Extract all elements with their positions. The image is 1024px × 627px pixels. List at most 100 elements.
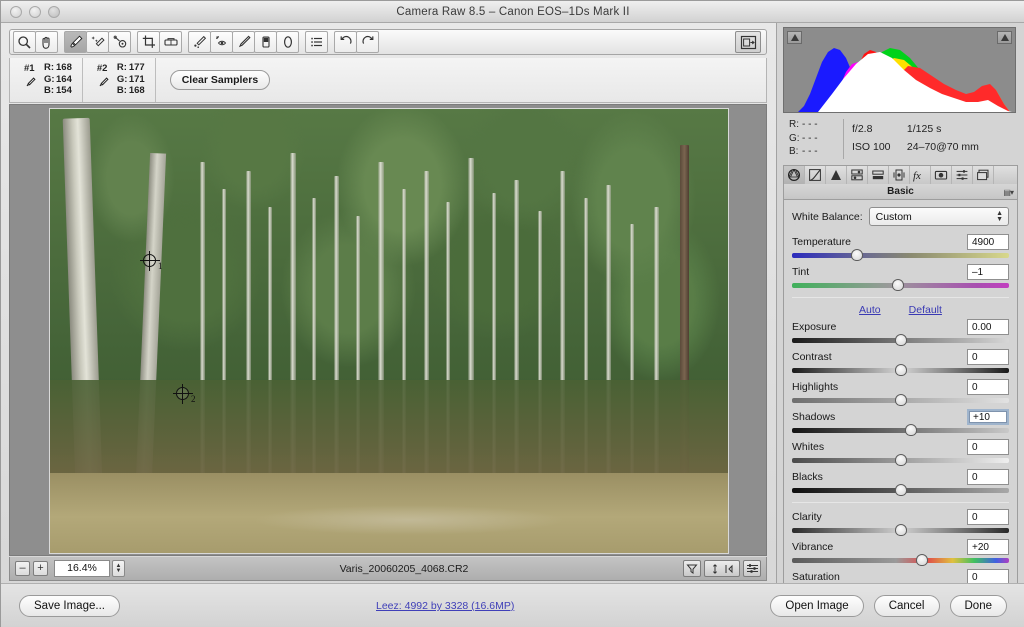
zoom-in-button[interactable]: + xyxy=(33,561,48,576)
white-balance-select[interactable]: Custom ▲ ▼ xyxy=(868,207,1009,226)
slider-highlights[interactable]: Highlights 0 xyxy=(792,379,1009,406)
slider-shadows[interactable]: Shadows +10 xyxy=(792,409,1009,436)
slider-shadows-track[interactable] xyxy=(792,424,1009,436)
slider-tint-thumb[interactable] xyxy=(892,279,905,291)
slider-blacks-thumb[interactable] xyxy=(894,484,907,496)
toggle-filmstrip-button[interactable] xyxy=(735,31,761,53)
slider-vibrance[interactable]: Vibrance +20 xyxy=(792,539,1009,566)
graduated-filter-tool[interactable] xyxy=(254,31,277,53)
auto-link[interactable]: Auto xyxy=(859,304,881,316)
crop-tool[interactable] xyxy=(137,31,160,53)
histogram[interactable] xyxy=(783,27,1016,113)
tab-hsl-grayscale[interactable] xyxy=(847,165,868,185)
slider-contrast-track[interactable] xyxy=(792,364,1009,376)
slider-highlights-value[interactable]: 0 xyxy=(967,379,1009,395)
slider-vibrance-value[interactable]: +20 xyxy=(967,539,1009,555)
hand-tool[interactable] xyxy=(35,31,58,53)
straighten-tool[interactable] xyxy=(159,31,182,53)
slider-temperature-thumb[interactable] xyxy=(851,249,864,261)
tab-effects[interactable]: fx xyxy=(910,165,931,185)
slider-tint-value[interactable]: –1 xyxy=(967,264,1009,280)
image-preview-area[interactable]: 1 2 xyxy=(9,104,767,556)
slider-clarity-thumb[interactable] xyxy=(894,524,907,536)
tab-presets[interactable] xyxy=(952,165,973,185)
exif-lens: 24–70@70 mm xyxy=(906,141,979,153)
open-preferences-tool[interactable] xyxy=(305,31,328,53)
slider-highlights-thumb[interactable] xyxy=(894,394,907,406)
slider-whites-track[interactable] xyxy=(792,454,1009,466)
slider-vibrance-thumb[interactable] xyxy=(916,554,929,566)
rotate-right-tool[interactable] xyxy=(356,31,379,53)
slider-highlights-track[interactable] xyxy=(792,394,1009,406)
sampler-1-icon-column: #1 xyxy=(24,58,44,94)
sync-previous-next-icon[interactable] xyxy=(704,560,740,577)
slider-whites[interactable]: Whites 0 xyxy=(792,439,1009,466)
slider-exposure-thumb[interactable] xyxy=(894,334,907,346)
sampler-marker-2[interactable]: 2 xyxy=(173,384,196,404)
sampler-marker-1[interactable]: 1 xyxy=(140,251,163,271)
zoom-level-field[interactable]: 16.4% xyxy=(54,560,110,577)
sampler-2-icon-column: #2 xyxy=(97,58,117,94)
slider-contrast[interactable]: Contrast 0 xyxy=(792,349,1009,376)
color-sampler-tool[interactable] xyxy=(86,31,109,53)
exif-values: f/2.8 1/125 s ISO 100 24–70@70 mm xyxy=(852,118,979,163)
default-link[interactable]: Default xyxy=(909,304,942,316)
radial-filter-tool[interactable] xyxy=(276,31,299,53)
toggle-panels-icon[interactable] xyxy=(743,560,761,577)
slider-temperature-track[interactable] xyxy=(792,249,1009,261)
tab-detail[interactable] xyxy=(826,165,847,185)
slider-shadows-value[interactable]: +10 xyxy=(967,409,1009,425)
filter-icon[interactable] xyxy=(683,560,701,577)
slider-exposure[interactable]: Exposure 0.00 xyxy=(792,319,1009,346)
toolbar-group-retouch xyxy=(188,31,299,53)
zoom-tool[interactable] xyxy=(13,31,36,53)
zoom-out-button[interactable]: – xyxy=(15,561,30,576)
toolbar-group-prefs xyxy=(305,31,328,53)
slider-shadows-thumb[interactable] xyxy=(905,424,918,436)
slider-exposure-value[interactable]: 0.00 xyxy=(967,319,1009,335)
tab-split-toning[interactable] xyxy=(868,165,889,185)
slider-clarity-value[interactable]: 0 xyxy=(967,509,1009,525)
workflow-options-link[interactable]: Leez: 4992 by 3328 (16.6MP) xyxy=(120,600,770,612)
panel-menu-icon[interactable]: ▤▾ xyxy=(1003,188,1014,197)
slider-contrast-thumb[interactable] xyxy=(894,364,907,376)
slider-whites-thumb[interactable] xyxy=(894,454,907,466)
tab-tone-curve[interactable] xyxy=(805,165,826,185)
open-image-button[interactable]: Open Image xyxy=(770,595,864,617)
adjustment-brush-tool[interactable] xyxy=(232,31,255,53)
targeted-adjustment-tool[interactable] xyxy=(108,31,131,53)
slider-whites-value[interactable]: 0 xyxy=(967,439,1009,455)
raw-photo[interactable]: 1 2 xyxy=(49,108,729,554)
tab-lens-corrections[interactable] xyxy=(889,165,910,185)
slider-blacks-track[interactable] xyxy=(792,484,1009,496)
toolbar-group-color xyxy=(64,31,131,53)
exif-iso: ISO 100 xyxy=(852,141,891,153)
zoom-level-stepper[interactable]: ▲ ▼ xyxy=(112,560,125,577)
slider-clarity[interactable]: Clarity 0 xyxy=(792,509,1009,536)
shadow-clipping-warning[interactable] xyxy=(787,31,802,44)
tab-snapshots[interactable] xyxy=(973,165,994,185)
slider-temperature[interactable]: Temperature 4900 xyxy=(792,234,1009,261)
aperture-icon xyxy=(787,168,801,182)
slider-blacks-value[interactable]: 0 xyxy=(967,469,1009,485)
red-eye-tool[interactable] xyxy=(210,31,233,53)
highlight-clipping-warning[interactable] xyxy=(997,31,1012,44)
spot-removal-tool[interactable] xyxy=(188,31,211,53)
slider-contrast-value[interactable]: 0 xyxy=(967,349,1009,365)
white-balance-tool[interactable] xyxy=(64,31,87,53)
cancel-button[interactable]: Cancel xyxy=(873,595,940,617)
rotate-left-tool[interactable] xyxy=(334,31,357,53)
tab-camera-calibration[interactable] xyxy=(931,165,952,185)
slider-temperature-value[interactable]: 4900 xyxy=(967,234,1009,250)
slider-exposure-track[interactable] xyxy=(792,334,1009,346)
sampler-1-id: #1 xyxy=(24,63,35,74)
tab-basic[interactable] xyxy=(784,165,805,185)
slider-clarity-track[interactable] xyxy=(792,524,1009,536)
save-image-button[interactable]: Save Image... xyxy=(19,595,120,617)
done-button[interactable]: Done xyxy=(949,595,1007,617)
slider-tint[interactable]: Tint –1 xyxy=(792,264,1009,291)
clear-samplers-button[interactable]: Clear Samplers xyxy=(169,70,271,90)
slider-tint-track[interactable] xyxy=(792,279,1009,291)
slider-blacks[interactable]: Blacks 0 xyxy=(792,469,1009,496)
slider-vibrance-track[interactable] xyxy=(792,554,1009,566)
